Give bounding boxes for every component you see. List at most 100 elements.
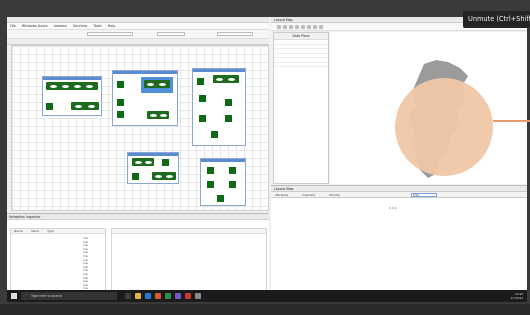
left-app-menubar: File Windows Azure Lessons Services Tool…: [7, 23, 269, 30]
left-app-toolbar: [7, 30, 269, 39]
option-oval[interactable]: [215, 76, 224, 82]
menu-lessons[interactable]: Lessons: [54, 24, 67, 28]
app-icon[interactable]: [195, 293, 201, 299]
green-button[interactable]: [199, 115, 206, 122]
menu-services[interactable]: Services: [73, 24, 87, 28]
file-explorer-icon[interactable]: [135, 293, 141, 299]
form-header: [193, 69, 245, 72]
option-oval[interactable]: [146, 81, 155, 87]
layout-view-panel: Layout View Attribute Quantity Priority …: [271, 185, 527, 299]
system-clock[interactable]: 10:42 1/7/2021: [510, 292, 523, 300]
green-button[interactable]: [46, 103, 53, 110]
tool-icon[interactable]: [277, 25, 281, 29]
green-button[interactable]: [207, 181, 214, 188]
layout-value: 0.0.0: [389, 206, 397, 210]
option-oval[interactable]: [149, 112, 158, 118]
filter-input[interactable]: Filter: [411, 193, 437, 197]
option-oval[interactable]: [61, 83, 70, 89]
tool-icon[interactable]: [319, 25, 323, 29]
form-panel-2[interactable]: [112, 70, 178, 126]
validation-panel: Validation Inspector Name Value Type row…: [7, 213, 269, 299]
col-priority[interactable]: Priority: [329, 193, 340, 197]
tree-col-name[interactable]: Name: [14, 229, 23, 233]
office-icon[interactable]: [155, 293, 161, 299]
menu-file[interactable]: File: [10, 24, 16, 28]
tool-icon[interactable]: [313, 25, 317, 29]
green-button[interactable]: [225, 99, 232, 106]
green-button[interactable]: [211, 131, 218, 138]
tree-header: Name Value Type: [11, 229, 105, 234]
screen-frame: File Windows Azure Lessons Services Tool…: [0, 0, 530, 315]
green-button[interactable]: [229, 167, 236, 174]
app-icon[interactable]: [185, 293, 191, 299]
edge-icon[interactable]: [145, 293, 151, 299]
layout-view-header: Attribute Quantity Priority: [271, 192, 527, 198]
task-view-icon[interactable]: [125, 293, 131, 299]
clock-date: 1/7/2021: [510, 296, 523, 300]
option-oval[interactable]: [159, 112, 168, 118]
tool-icon[interactable]: [307, 25, 311, 29]
green-button[interactable]: [197, 78, 204, 85]
option-oval[interactable]: [144, 159, 153, 165]
windows-start-icon[interactable]: [11, 293, 17, 299]
green-button[interactable]: [207, 167, 214, 174]
toolbar-field-3[interactable]: [217, 32, 253, 36]
green-button[interactable]: [199, 95, 206, 102]
option-oval[interactable]: [74, 103, 83, 109]
option-oval[interactable]: [87, 103, 96, 109]
option-oval[interactable]: [158, 81, 167, 87]
design-canvas[interactable]: [11, 45, 269, 211]
form-header: [128, 153, 178, 156]
green-button[interactable]: [117, 111, 124, 118]
form-panel-5[interactable]: [200, 158, 246, 206]
toolbar-field-1[interactable]: [87, 32, 133, 36]
option-oval[interactable]: [154, 173, 163, 179]
green-button[interactable]: [162, 159, 169, 166]
form-panel-3[interactable]: [192, 68, 246, 146]
property-tree[interactable]: Name Value Type row row row row row row …: [10, 228, 106, 298]
taskbar-search-input[interactable]: Type here to search: [21, 292, 117, 300]
green-button[interactable]: [229, 181, 236, 188]
col-quantity[interactable]: Quantity: [302, 193, 315, 197]
form-header: [113, 71, 177, 74]
option-oval[interactable]: [134, 159, 143, 165]
form-header: [43, 77, 101, 80]
toolbar-field-2[interactable]: [157, 32, 185, 36]
menu-azure[interactable]: Windows Azure: [22, 24, 48, 28]
option-oval[interactable]: [227, 76, 236, 82]
tree-col-type[interactable]: Type: [47, 229, 54, 233]
form-header: [201, 159, 245, 162]
form-panel-1[interactable]: [42, 76, 102, 116]
green-button[interactable]: [117, 81, 124, 88]
option-oval[interactable]: [85, 83, 94, 89]
meeting-bottom-bar: [0, 304, 530, 315]
unmute-tooltip: Unmute (Ctrl+Shift+M): [463, 11, 530, 28]
col-attribute[interactable]: Attribute: [275, 193, 288, 197]
option-oval[interactable]: [49, 83, 58, 89]
option-oval[interactable]: [73, 83, 82, 89]
app-icon[interactable]: [165, 293, 171, 299]
windows-taskbar: Type here to search 10:42 1/7/2021: [7, 290, 527, 302]
tool-icon[interactable]: [283, 25, 287, 29]
menu-help[interactable]: Help: [108, 24, 116, 28]
option-oval[interactable]: [165, 173, 174, 179]
explorer-row[interactable]: [274, 63, 328, 67]
tree-col-value[interactable]: Value: [31, 229, 39, 233]
teams-icon[interactable]: [175, 293, 181, 299]
green-button[interactable]: [217, 195, 224, 202]
tool-icon[interactable]: [295, 25, 299, 29]
validation-panel-title: Validation Inspector: [7, 214, 269, 220]
form-panel-4[interactable]: [127, 152, 179, 184]
green-button[interactable]: [132, 173, 139, 180]
data-explorer[interactable]: Data Plans: [273, 32, 329, 184]
webcam-bubble[interactable]: [395, 78, 493, 176]
webcam-connector: [493, 120, 530, 122]
green-button[interactable]: [117, 99, 124, 106]
details-grid[interactable]: [111, 228, 267, 298]
details-grid-header: [112, 229, 266, 234]
tree-values: row row row row row row row row row row …: [83, 237, 103, 295]
tool-icon[interactable]: [289, 25, 293, 29]
menu-tools[interactable]: Tools: [93, 24, 101, 28]
green-button[interactable]: [225, 115, 232, 122]
tool-icon[interactable]: [301, 25, 305, 29]
